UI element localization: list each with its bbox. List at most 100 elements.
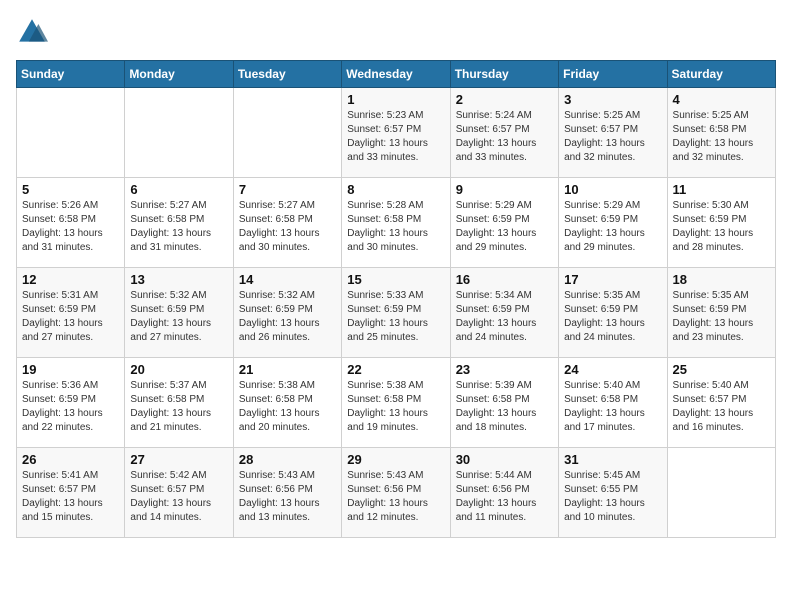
day-number: 20 xyxy=(130,362,227,377)
day-number: 1 xyxy=(347,92,444,107)
day-number: 30 xyxy=(456,452,553,467)
day-number: 15 xyxy=(347,272,444,287)
calendar-cell: 21 Sunrise: 5:38 AM Sunset: 6:58 PM Dayli… xyxy=(233,358,341,448)
calendar-table: SundayMondayTuesdayWednesdayThursdayFrid… xyxy=(16,60,776,538)
day-info: Sunrise: 5:25 AM Sunset: 6:58 PM Dayligh… xyxy=(673,109,770,165)
day-number: 12 xyxy=(22,272,119,287)
page-header xyxy=(16,16,776,48)
day-number: 28 xyxy=(239,452,336,467)
calendar-cell xyxy=(17,88,125,178)
calendar-cell: 7 Sunrise: 5:27 AM Sunset: 6:58 PM Daylig… xyxy=(233,178,341,268)
day-info: Sunrise: 5:38 AM Sunset: 6:58 PM Dayligh… xyxy=(347,379,444,435)
day-info: Sunrise: 5:23 AM Sunset: 6:57 PM Dayligh… xyxy=(347,109,444,165)
day-info: Sunrise: 5:28 AM Sunset: 6:58 PM Dayligh… xyxy=(347,199,444,255)
calendar-week-row: 5Sunrise: 5:26 AM Sunset: 6:58 PM Daylig… xyxy=(17,178,776,268)
calendar-week-row: 26 Sunrise: 5:41 AM Sunset: 6:57 PM Dayli… xyxy=(17,448,776,538)
day-number: 8 xyxy=(347,182,444,197)
day-number: 7 xyxy=(239,182,336,197)
day-number: 24 xyxy=(564,362,661,377)
day-info: Sunrise: 5:31 AM Sunset: 6:59 PM Dayligh… xyxy=(22,289,119,345)
weekday-header: Sunday xyxy=(17,61,125,88)
calendar-week-row: 19Sunrise: 5:36 AM Sunset: 6:59 PM Dayli… xyxy=(17,358,776,448)
calendar-cell: 25 Sunrise: 5:40 AM Sunset: 6:57 PM Dayli… xyxy=(667,358,775,448)
day-number: 17 xyxy=(564,272,661,287)
day-info: Sunrise: 5:40 AM Sunset: 6:58 PM Dayligh… xyxy=(564,379,661,435)
day-info: Sunrise: 5:35 AM Sunset: 6:59 PM Dayligh… xyxy=(564,289,661,345)
calendar-cell: 15 Sunrise: 5:33 AM Sunset: 6:59 PM Dayli… xyxy=(342,268,450,358)
calendar-cell: 1 Sunrise: 5:23 AM Sunset: 6:57 PM Daylig… xyxy=(342,88,450,178)
calendar-header-row: SundayMondayTuesdayWednesdayThursdayFrid… xyxy=(17,61,776,88)
day-info: Sunrise: 5:36 AM Sunset: 6:59 PM Dayligh… xyxy=(22,379,119,435)
calendar-cell: 6 Sunrise: 5:27 AM Sunset: 6:58 PM Daylig… xyxy=(125,178,233,268)
day-number: 10 xyxy=(564,182,661,197)
calendar-cell: 18 Sunrise: 5:35 AM Sunset: 6:59 PM Dayli… xyxy=(667,268,775,358)
day-info: Sunrise: 5:32 AM Sunset: 6:59 PM Dayligh… xyxy=(239,289,336,345)
day-info: Sunrise: 5:40 AM Sunset: 6:57 PM Dayligh… xyxy=(673,379,770,435)
calendar-cell: 5Sunrise: 5:26 AM Sunset: 6:58 PM Daylig… xyxy=(17,178,125,268)
day-info: Sunrise: 5:32 AM Sunset: 6:59 PM Dayligh… xyxy=(130,289,227,345)
day-info: Sunrise: 5:27 AM Sunset: 6:58 PM Dayligh… xyxy=(239,199,336,255)
calendar-cell: 19Sunrise: 5:36 AM Sunset: 6:59 PM Dayli… xyxy=(17,358,125,448)
day-number: 4 xyxy=(673,92,770,107)
calendar-cell xyxy=(667,448,775,538)
day-number: 23 xyxy=(456,362,553,377)
day-number: 3 xyxy=(564,92,661,107)
day-info: Sunrise: 5:43 AM Sunset: 6:56 PM Dayligh… xyxy=(347,469,444,525)
day-info: Sunrise: 5:29 AM Sunset: 6:59 PM Dayligh… xyxy=(456,199,553,255)
calendar-cell: 22 Sunrise: 5:38 AM Sunset: 6:58 PM Dayli… xyxy=(342,358,450,448)
day-info: Sunrise: 5:27 AM Sunset: 6:58 PM Dayligh… xyxy=(130,199,227,255)
day-info: Sunrise: 5:33 AM Sunset: 6:59 PM Dayligh… xyxy=(347,289,444,345)
day-number: 6 xyxy=(130,182,227,197)
day-number: 26 xyxy=(22,452,119,467)
calendar-cell: 12 Sunrise: 5:31 AM Sunset: 6:59 PM Dayli… xyxy=(17,268,125,358)
day-info: Sunrise: 5:35 AM Sunset: 6:59 PM Dayligh… xyxy=(673,289,770,345)
calendar-cell: 9 Sunrise: 5:29 AM Sunset: 6:59 PM Daylig… xyxy=(450,178,558,268)
calendar-week-row: 12 Sunrise: 5:31 AM Sunset: 6:59 PM Dayli… xyxy=(17,268,776,358)
logo xyxy=(16,16,52,48)
calendar-week-row: 1 Sunrise: 5:23 AM Sunset: 6:57 PM Daylig… xyxy=(17,88,776,178)
calendar-cell xyxy=(233,88,341,178)
calendar-cell: 28 Sunrise: 5:43 AM Sunset: 6:56 PM Dayli… xyxy=(233,448,341,538)
calendar-cell xyxy=(125,88,233,178)
weekday-header: Wednesday xyxy=(342,61,450,88)
day-number: 5 xyxy=(22,182,119,197)
calendar-cell: 11 Sunrise: 5:30 AM Sunset: 6:59 PM Dayli… xyxy=(667,178,775,268)
calendar-cell: 16 Sunrise: 5:34 AM Sunset: 6:59 PM Dayli… xyxy=(450,268,558,358)
day-info: Sunrise: 5:45 AM Sunset: 6:55 PM Dayligh… xyxy=(564,469,661,525)
weekday-header: Friday xyxy=(559,61,667,88)
day-info: Sunrise: 5:41 AM Sunset: 6:57 PM Dayligh… xyxy=(22,469,119,525)
day-info: Sunrise: 5:38 AM Sunset: 6:58 PM Dayligh… xyxy=(239,379,336,435)
day-number: 13 xyxy=(130,272,227,287)
day-number: 11 xyxy=(673,182,770,197)
logo-icon xyxy=(16,16,48,48)
day-number: 16 xyxy=(456,272,553,287)
day-number: 2 xyxy=(456,92,553,107)
day-number: 18 xyxy=(673,272,770,287)
day-number: 29 xyxy=(347,452,444,467)
day-info: Sunrise: 5:43 AM Sunset: 6:56 PM Dayligh… xyxy=(239,469,336,525)
day-info: Sunrise: 5:24 AM Sunset: 6:57 PM Dayligh… xyxy=(456,109,553,165)
day-number: 21 xyxy=(239,362,336,377)
day-number: 31 xyxy=(564,452,661,467)
calendar-cell: 23 Sunrise: 5:39 AM Sunset: 6:58 PM Dayli… xyxy=(450,358,558,448)
day-number: 25 xyxy=(673,362,770,377)
weekday-header: Saturday xyxy=(667,61,775,88)
calendar-cell: 8 Sunrise: 5:28 AM Sunset: 6:58 PM Daylig… xyxy=(342,178,450,268)
day-number: 27 xyxy=(130,452,227,467)
day-info: Sunrise: 5:30 AM Sunset: 6:59 PM Dayligh… xyxy=(673,199,770,255)
day-number: 9 xyxy=(456,182,553,197)
calendar-cell: 31 Sunrise: 5:45 AM Sunset: 6:55 PM Dayli… xyxy=(559,448,667,538)
calendar-cell: 3 Sunrise: 5:25 AM Sunset: 6:57 PM Daylig… xyxy=(559,88,667,178)
day-info: Sunrise: 5:29 AM Sunset: 6:59 PM Dayligh… xyxy=(564,199,661,255)
day-number: 22 xyxy=(347,362,444,377)
calendar-cell: 17 Sunrise: 5:35 AM Sunset: 6:59 PM Dayli… xyxy=(559,268,667,358)
day-info: Sunrise: 5:34 AM Sunset: 6:59 PM Dayligh… xyxy=(456,289,553,345)
calendar-cell: 2 Sunrise: 5:24 AM Sunset: 6:57 PM Daylig… xyxy=(450,88,558,178)
day-info: Sunrise: 5:25 AM Sunset: 6:57 PM Dayligh… xyxy=(564,109,661,165)
day-info: Sunrise: 5:39 AM Sunset: 6:58 PM Dayligh… xyxy=(456,379,553,435)
calendar-cell: 24 Sunrise: 5:40 AM Sunset: 6:58 PM Dayli… xyxy=(559,358,667,448)
calendar-cell: 14Sunrise: 5:32 AM Sunset: 6:59 PM Dayli… xyxy=(233,268,341,358)
calendar-cell: 29 Sunrise: 5:43 AM Sunset: 6:56 PM Dayli… xyxy=(342,448,450,538)
calendar-cell: 20Sunrise: 5:37 AM Sunset: 6:58 PM Dayli… xyxy=(125,358,233,448)
calendar-cell: 27Sunrise: 5:42 AM Sunset: 6:57 PM Dayli… xyxy=(125,448,233,538)
